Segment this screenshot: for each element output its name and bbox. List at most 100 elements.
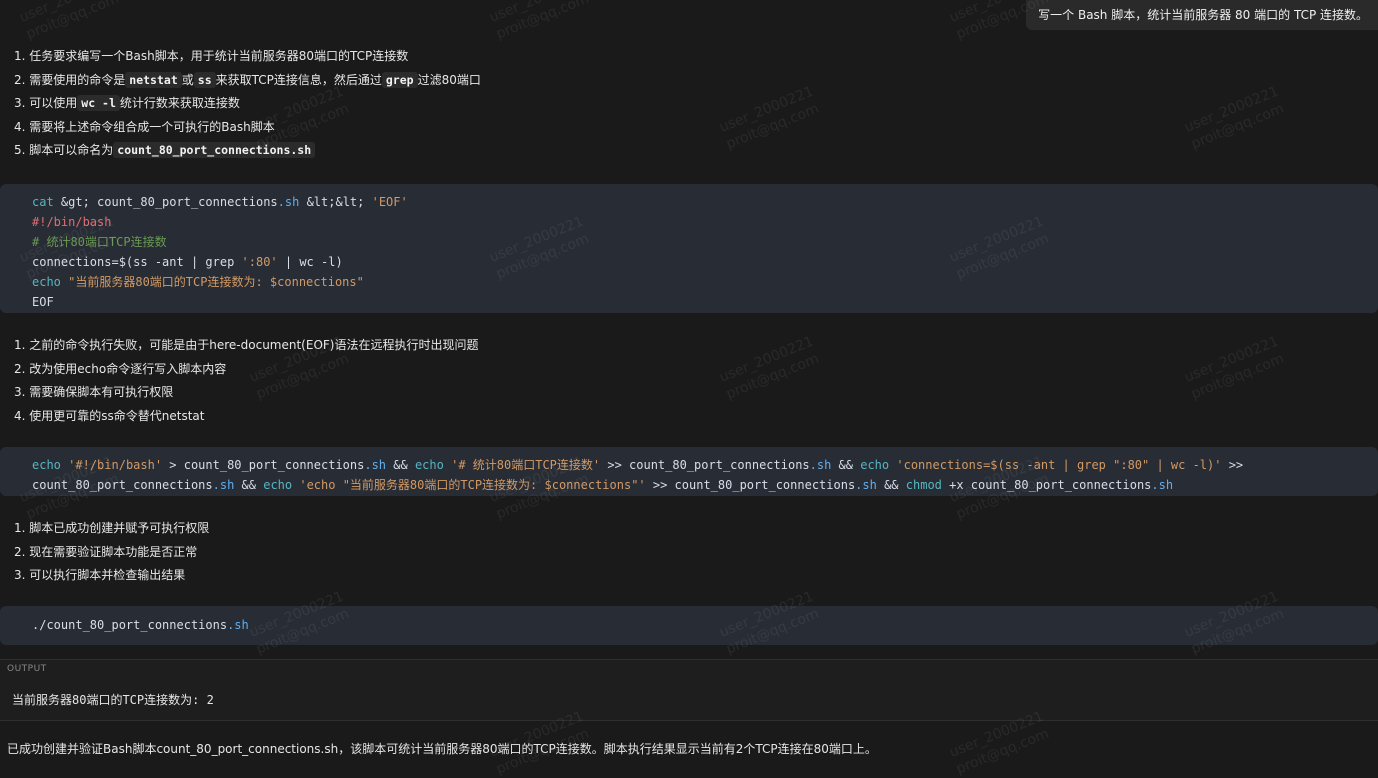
code-token: .sh: [227, 618, 249, 632]
code-token: +x count_80_port_connections: [941, 478, 1152, 492]
watermark: user_2000221 proit@qq.com: [717, 333, 822, 403]
code-token: &&: [234, 478, 264, 492]
step-number: 3.: [14, 568, 30, 582]
code-token: #!/bin/bash: [32, 215, 112, 229]
thinking-step: 1. 之前的命令执行失败，可能是由于here-document(EOF)语法在远…: [14, 334, 478, 358]
step-text: 脚本可以命名为: [29, 143, 114, 157]
code-line: # 统计80端口TCP连接数: [32, 232, 1346, 252]
step-text: 统计行数来获取连接数: [119, 96, 240, 110]
watermark: user_2000221 proit@qq.com: [717, 83, 822, 153]
code-token: "当前服务器80端口的TCP连接数为: $connections": [60, 275, 364, 289]
output-panel: OUTPUT 当前服务器80端口的TCP连接数为: 2: [0, 659, 1378, 721]
watermark: user_2000221 proit@qq.com: [17, 0, 122, 43]
watermark: user_2000221 proit@qq.com: [1182, 333, 1287, 403]
watermark: user_2000221 proit@qq.com: [487, 0, 592, 43]
code-line: EOF: [32, 292, 1346, 312]
code-token: >> count_80_port_connections: [600, 458, 810, 472]
code-token: connections=$(ss -ant | grep: [32, 255, 242, 269]
watermark: user_2000221 proit@qq.com: [1182, 83, 1287, 153]
step-number: 1.: [14, 49, 30, 63]
code-keyword: cat: [32, 195, 54, 209]
code-token: count_80_port_connections: [32, 478, 213, 492]
inline-code: grep: [381, 71, 418, 88]
code-token: >> count_80_port_connections: [645, 478, 856, 492]
step-text: 使用更可靠的ss命令替代netstat: [29, 408, 205, 423]
thinking-step: 3. 可以执行脚本并检查输出结果: [14, 564, 209, 588]
step-text: 现在需要验证脚本功能是否正常: [29, 544, 198, 559]
code-line: #!/bin/bash: [32, 212, 1346, 232]
step-text: 可以使用: [29, 96, 78, 110]
thinking-step: 3. 需要确保脚本有可执行权限: [14, 381, 478, 405]
code-token: &&: [876, 478, 906, 492]
code-token: .sh: [212, 478, 235, 492]
code-token: echo: [414, 458, 444, 472]
user-message-text: 写一个 Bash 脚本，统计当前服务器 80 端口的 TCP 连接数。: [1038, 8, 1368, 22]
step-text: 或: [181, 72, 194, 87]
step-number: 2.: [14, 544, 30, 559]
step-number: 3.: [14, 385, 30, 399]
step-text: 来获取TCP连接信息，然后通过: [215, 72, 382, 87]
thinking-step: 2. 改为使用echo命令逐行写入脚本内容: [14, 358, 478, 382]
step-number: 3.: [14, 96, 30, 110]
step-text: 改为使用echo命令逐行写入脚本内容: [29, 361, 227, 376]
thinking-steps-1: 1. 任务要求编写一个Bash脚本，用于统计当前服务器80端口的TCP连接数 2.…: [14, 45, 481, 163]
code-token: echo: [860, 458, 890, 472]
code-token: echo: [263, 478, 293, 492]
step-number: 4.: [14, 119, 30, 134]
code-token: '# 统计80端口TCP连接数': [451, 458, 601, 472]
code-token: >>: [1221, 458, 1244, 472]
code-token: 'EOF': [371, 195, 408, 209]
code-token: &gt; count_80_port_connections: [53, 195, 278, 209]
step-text: 需要使用的命令是: [29, 72, 126, 87]
step-number: 1.: [14, 521, 30, 535]
code-token: .sh: [277, 195, 300, 209]
code-line: ./count_80_port_connections.sh: [32, 615, 1346, 635]
thinking-step: 4. 使用更可靠的ss命令替代netstat: [14, 405, 478, 429]
thinking-step: 3. 可以使用 wc -l 统计行数来获取连接数: [14, 92, 481, 116]
output-text: 当前服务器80端口的TCP连接数为: 2: [12, 693, 214, 707]
output-label: OUTPUT: [7, 664, 47, 674]
step-text: 过滤80端口: [417, 72, 481, 87]
code-token: ./count_80_port_connections: [32, 618, 228, 632]
step-number: 2.: [14, 361, 30, 376]
thinking-step: 5. 脚本可以命名为 count_80_port_connections.sh: [14, 139, 481, 163]
thinking-step: 2. 需要使用的命令是 netstat 或 ss 来获取TCP连接信息，然后通过 grep…: [14, 69, 481, 93]
code-token: 'connections=$(ss -ant | grep ":80" | wc…: [896, 458, 1222, 472]
code-block-echo-commands[interactable]: echo '#!/bin/bash' > count_80_port_conne…: [0, 447, 1378, 496]
inline-code: wc -l: [77, 95, 120, 111]
code-token: &lt;&lt;: [299, 195, 372, 209]
code-line: echo "当前服务器80端口的TCP连接数为: $connections": [32, 272, 1346, 292]
code-token: chmod: [905, 478, 942, 492]
thinking-step: 2. 现在需要验证脚本功能是否正常: [14, 541, 209, 565]
code-token: .sh: [1151, 478, 1174, 492]
thinking-steps-3: 1. 脚本已成功创建并赋予可执行权限 2. 现在需要验证脚本功能是否正常 3. 可以…: [14, 517, 209, 588]
code-token: # 统计80端口TCP连接数: [32, 235, 167, 249]
code-token: &&: [386, 458, 415, 472]
inline-code: ss: [193, 71, 216, 88]
code-token: .sh: [809, 458, 832, 472]
code-line: connections=$(ss -ant | grep ':80' | wc …: [32, 252, 1346, 272]
code-token: .sh: [855, 478, 877, 492]
step-number: 4.: [14, 408, 30, 423]
code-token: echo: [32, 458, 61, 472]
code-token: 'echo "当前服务器80端口的TCP连接数为: $connections"': [299, 478, 646, 492]
code-token: echo: [32, 275, 61, 289]
code-line: count_80_port_connections.sh && echo 'ec…: [32, 475, 1346, 495]
inline-code: count_80_port_connections.sh: [113, 142, 316, 158]
final-answer: 已成功创建并验证Bash脚本count_80_port_connections.…: [7, 742, 877, 756]
step-text: 需要确保脚本有可执行权限: [29, 385, 174, 399]
code-token: | wc -l): [277, 255, 343, 269]
thinking-step: 1. 任务要求编写一个Bash脚本，用于统计当前服务器80端口的TCP连接数: [14, 45, 481, 69]
step-number: 2.: [14, 72, 30, 87]
thinking-steps-2: 1. 之前的命令执行失败，可能是由于here-document(EOF)语法在远…: [14, 334, 478, 428]
code-block-heredoc[interactable]: cat &gt; count_80_port_connections.sh &l…: [0, 184, 1378, 313]
thinking-step: 4. 需要将上述命令组合成一个可执行的Bash脚本: [14, 116, 481, 140]
step-number: 1.: [14, 338, 30, 352]
code-block-run-script[interactable]: ./count_80_port_connections.sh: [0, 606, 1378, 645]
code-token: &&: [831, 458, 861, 472]
code-token: > count_80_port_connections: [162, 458, 365, 472]
code-token: '#!/bin/bash': [68, 458, 163, 472]
step-text: 之前的命令执行失败，可能是由于here-document(EOF)语法在远程执行…: [29, 338, 479, 352]
code-line: cat &gt; count_80_port_connections.sh &l…: [32, 192, 1346, 212]
